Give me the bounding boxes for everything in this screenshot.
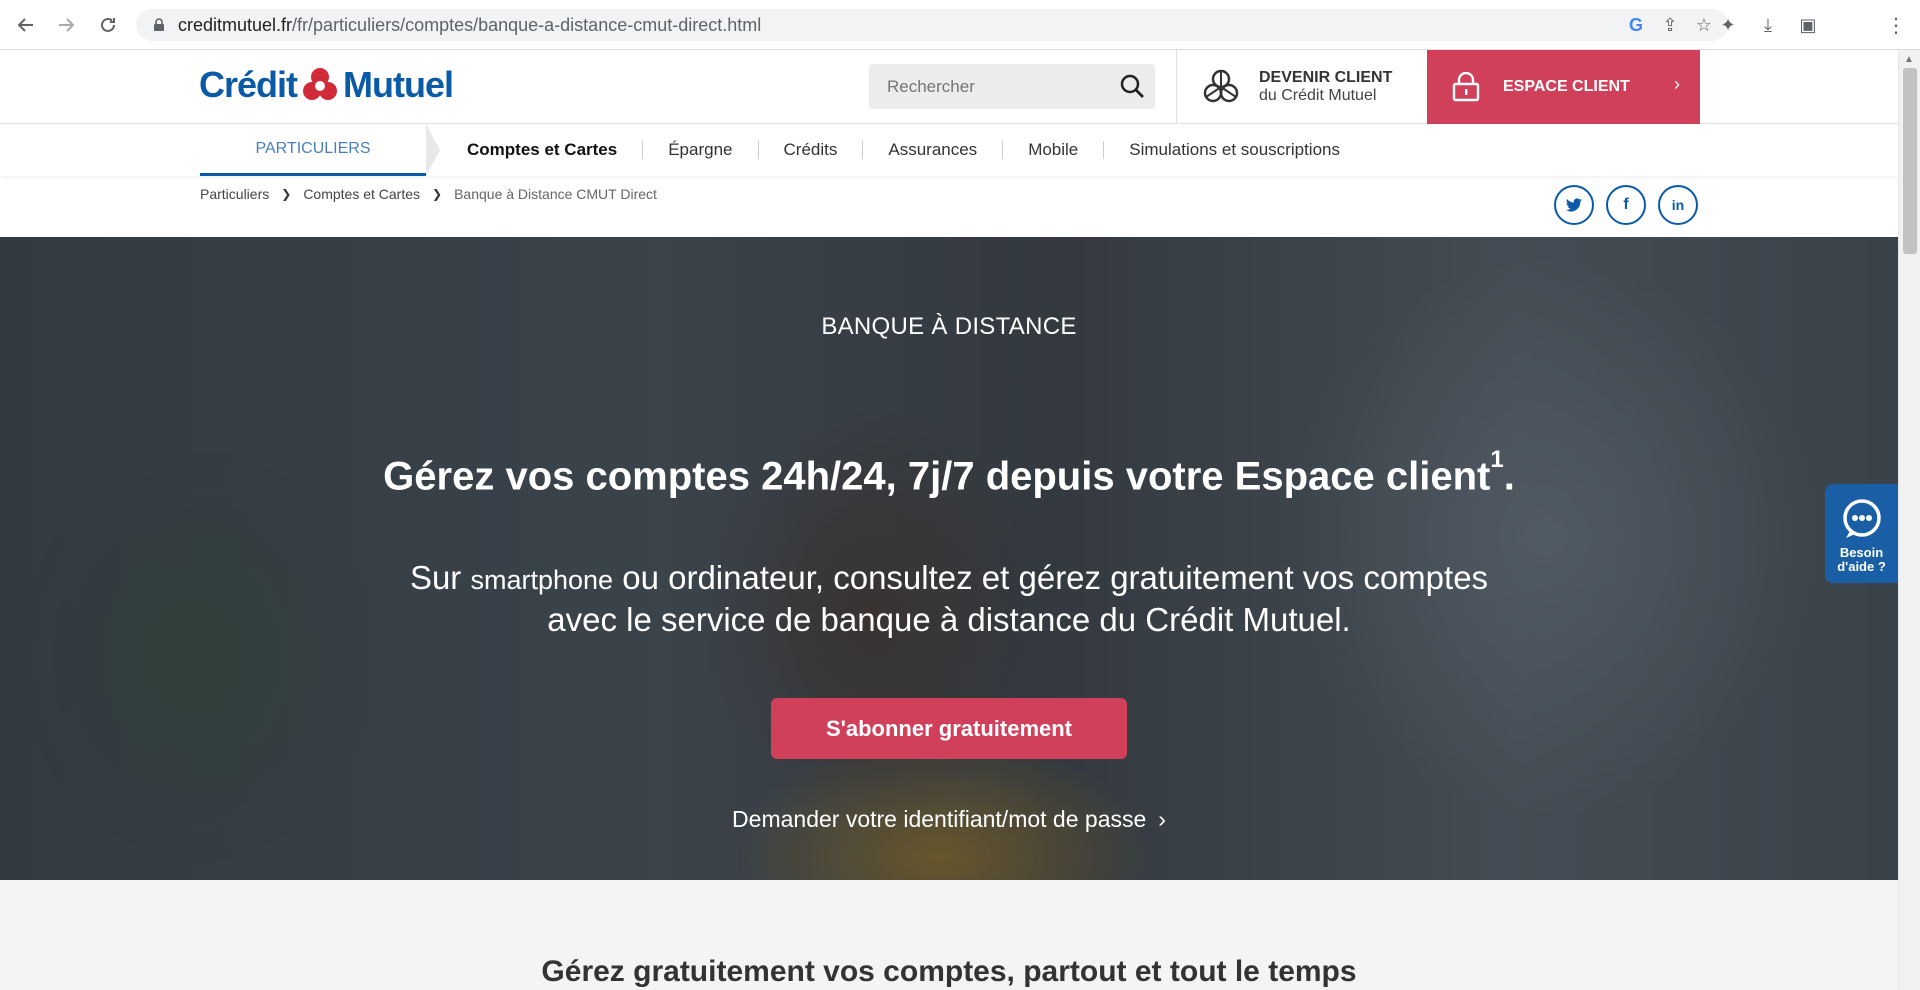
nav-item-simulations[interactable]: Simulations et souscriptions xyxy=(1103,141,1365,159)
help-label: Besoin d'aide ? xyxy=(1837,545,1886,574)
main-navigation: PARTICULIERS Comptes et Cartes Épargne C… xyxy=(0,124,1898,176)
reload-icon[interactable] xyxy=(88,5,128,45)
browser-toolbar: creditmutuel.fr/fr/particuliers/comptes/… xyxy=(0,0,1920,50)
site-header: Crédit Mutuel DEVENIR CLIENT du Crédit M… xyxy=(0,50,1898,124)
padlock-icon xyxy=(1452,72,1480,102)
forward-icon[interactable] xyxy=(46,5,86,45)
search-box[interactable] xyxy=(869,64,1155,109)
browser-menu-icon[interactable]: ⋮ xyxy=(1880,9,1912,41)
search-input[interactable] xyxy=(887,76,1107,97)
espace-client-label: ESPACE CLIENT xyxy=(1503,78,1630,95)
nav-item-mobile[interactable]: Mobile xyxy=(1002,141,1103,159)
hero-subtext: Sur smartphone ou ordinateur, consultez … xyxy=(409,559,1489,638)
subscribe-button[interactable]: S'abonner gratuitement xyxy=(771,698,1127,759)
logo-text-credit: Crédit xyxy=(199,64,298,105)
logo-text-mutuel: Mutuel xyxy=(343,64,454,105)
breadcrumb-current: Banque à Distance CMUT Direct xyxy=(454,186,657,202)
share-icon[interactable]: ⇪ xyxy=(1658,13,1682,37)
chat-bubble-icon xyxy=(1842,499,1881,538)
credit-mutuel-logo[interactable]: Crédit Mutuel xyxy=(199,64,454,106)
nav-particuliers[interactable]: PARTICULIERS xyxy=(200,124,440,176)
espace-client-button[interactable]: ESPACE CLIENT › xyxy=(1427,50,1700,124)
devenir-client-subtitle: du Crédit Mutuel xyxy=(1259,87,1377,104)
devenir-client-icon xyxy=(1203,69,1239,103)
social-share: f in xyxy=(1554,185,1698,225)
breadcrumb: Particuliers ❯ Comptes et Cartes ❯ Banqu… xyxy=(200,186,657,202)
request-credentials-link[interactable]: Demander votre identifiant/mot de passe › xyxy=(0,806,1898,833)
nav-item-epargne[interactable]: Épargne xyxy=(642,141,757,159)
help-widget[interactable]: Besoin d'aide ? xyxy=(1825,484,1898,583)
search-icon[interactable] xyxy=(1119,73,1145,99)
nav-item-credits[interactable]: Crédits xyxy=(757,141,863,159)
google-icon[interactable]: G xyxy=(1624,13,1648,37)
features-section: Gérez gratuitement vos comptes, partout … xyxy=(0,880,1898,990)
page-scrollbar[interactable]: ▲ xyxy=(1898,50,1920,990)
devenir-client-link[interactable]: DEVENIR CLIENT du Crédit Mutuel xyxy=(1176,50,1426,124)
hero-kicker: BANQUE À DISTANCE xyxy=(821,313,1077,340)
chevron-right-icon: ❯ xyxy=(432,187,443,201)
download-icon[interactable]: ⤓ xyxy=(1752,9,1784,41)
scrollbar-thumb[interactable] xyxy=(1903,68,1917,254)
hero-banner: BANQUE À DISTANCE Gérez vos comptes 24h/… xyxy=(0,237,1898,880)
scroll-up-icon[interactable]: ▲ xyxy=(1904,54,1914,65)
chevron-right-icon: › xyxy=(1674,74,1680,94)
breadcrumb-particuliers[interactable]: Particuliers xyxy=(200,186,269,202)
breadcrumb-comptes-et-cartes[interactable]: Comptes et Cartes xyxy=(303,186,420,202)
url-text: creditmutuel.fr/fr/particuliers/comptes/… xyxy=(178,14,762,35)
linkedin-icon[interactable]: in xyxy=(1658,185,1698,225)
chevron-right-icon: › xyxy=(1158,806,1166,832)
chevron-right-icon: ❯ xyxy=(281,187,292,201)
back-icon[interactable] xyxy=(6,5,46,45)
nav-item-assurances[interactable]: Assurances xyxy=(862,141,1002,159)
devenir-client-title: DEVENIR CLIENT xyxy=(1259,69,1393,86)
twitter-icon[interactable] xyxy=(1554,185,1594,225)
nav-item-comptes-et-cartes[interactable]: Comptes et Cartes xyxy=(451,141,642,159)
section-title: Gérez gratuitement vos comptes, partout … xyxy=(541,955,1357,988)
logo-mark-icon xyxy=(303,68,338,100)
lock-icon xyxy=(154,18,164,31)
extensions-icon[interactable]: ✦ xyxy=(1712,9,1744,41)
facebook-icon[interactable]: f xyxy=(1606,185,1646,225)
side-panel-icon[interactable]: ▣ xyxy=(1792,9,1824,41)
hero-headline: Gérez vos comptes 24h/24, 7j/7 depuis vo… xyxy=(383,446,1515,499)
address-bar[interactable]: creditmutuel.fr/fr/particuliers/comptes/… xyxy=(136,9,1728,41)
